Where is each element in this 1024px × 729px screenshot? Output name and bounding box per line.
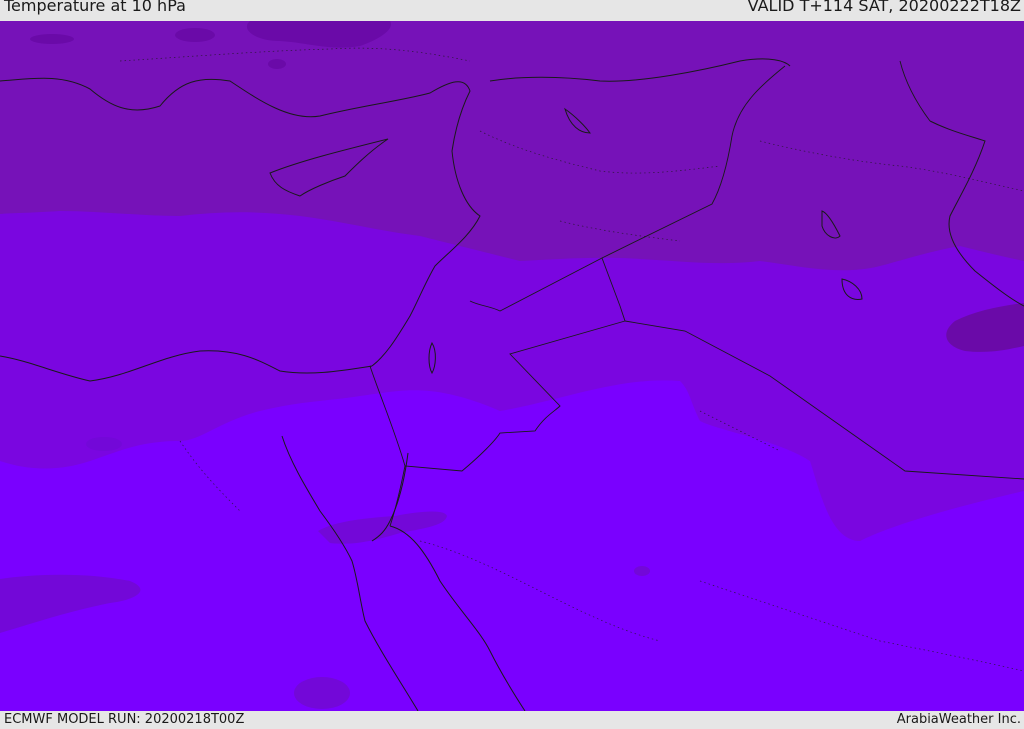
cold-patch-small-2 (175, 28, 215, 42)
patch-sinai (86, 437, 122, 451)
patch-south (294, 677, 350, 709)
cold-patch-small-1 (30, 34, 74, 44)
header-bar: Temperature at 10 hPa VALID T+114 SAT, 2… (0, 0, 1024, 21)
temperature-map[interactable] (0, 21, 1024, 711)
credit: ArabiaWeather Inc. (896, 712, 1021, 727)
map-title: Temperature at 10 hPa (4, 0, 186, 15)
model-run: ECMWF MODEL RUN: 20200218T00Z (4, 712, 245, 727)
map-canvas (0, 21, 1024, 711)
patch-desert (634, 566, 650, 576)
cold-patch-small-3 (268, 59, 286, 69)
valid-time: VALID T+114 SAT, 20200222T18Z (747, 0, 1021, 15)
footer-bar: ECMWF MODEL RUN: 20200218T00Z ArabiaWeat… (0, 711, 1024, 729)
